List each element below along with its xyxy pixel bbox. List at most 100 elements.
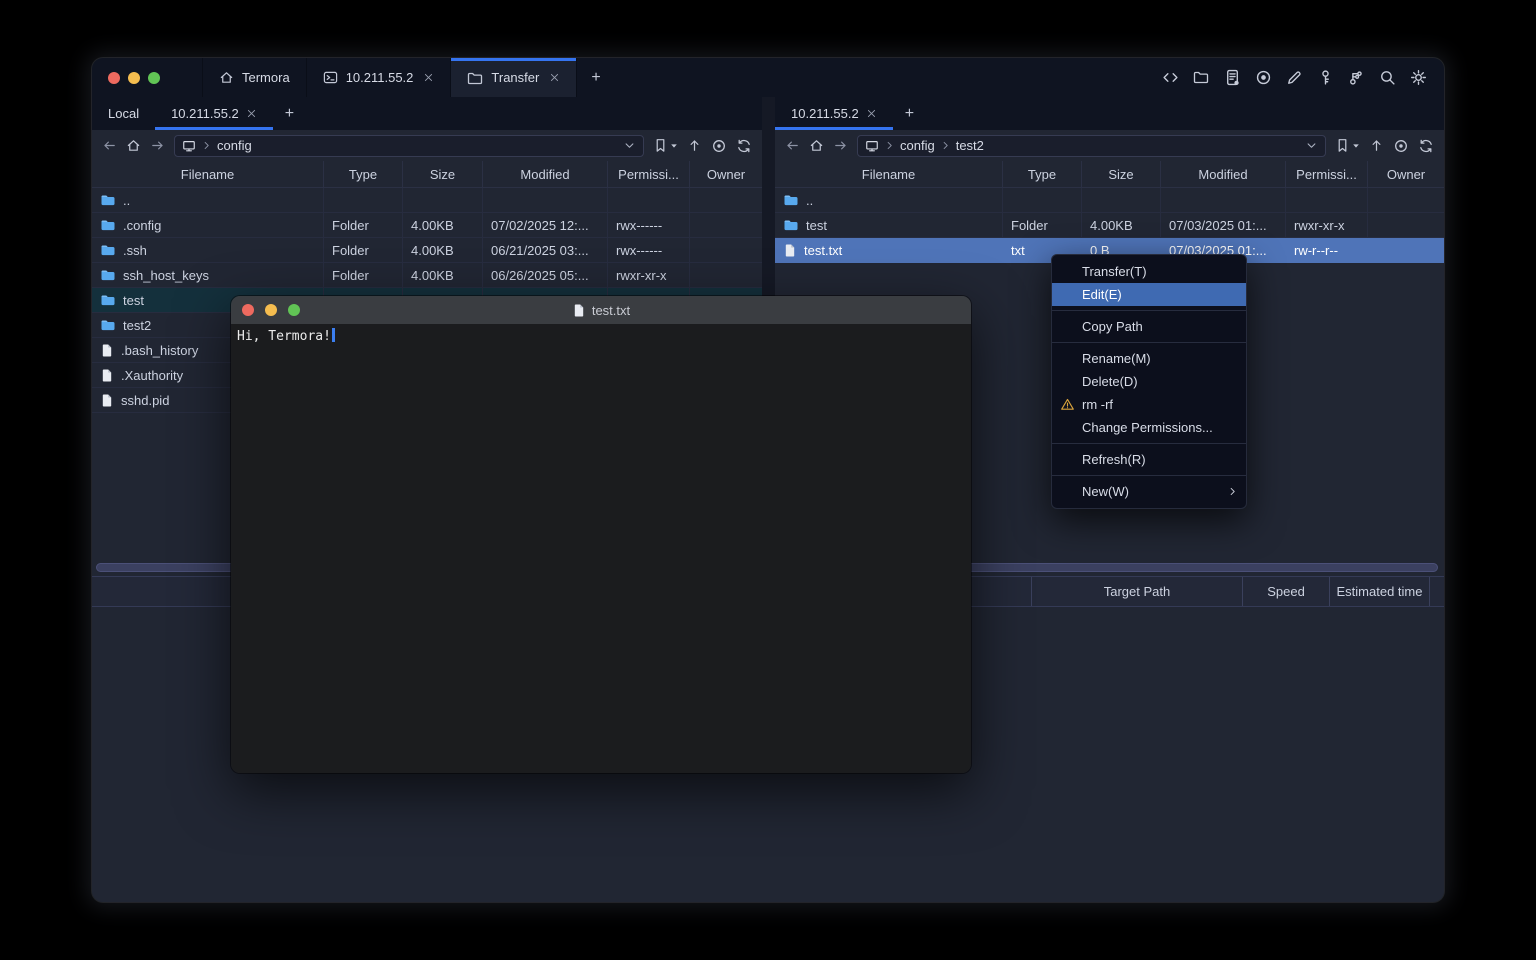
show-hidden-files-icon[interactable] — [1393, 138, 1409, 154]
code-icon[interactable] — [1162, 69, 1179, 86]
zoom-window-button[interactable] — [148, 72, 160, 84]
column-header[interactable]: Type — [324, 161, 403, 187]
up-icon[interactable] — [687, 138, 702, 153]
file-row[interactable]: .. — [775, 188, 1444, 213]
refresh-icon[interactable] — [1418, 138, 1434, 154]
menu-item-refresh-r-[interactable]: Refresh(R) — [1052, 448, 1246, 471]
menu-item-label: Refresh(R) — [1082, 452, 1146, 467]
search-icon[interactable] — [1379, 69, 1396, 86]
editor-zoom-button[interactable] — [288, 304, 300, 316]
folder-outline-icon[interactable] — [1193, 69, 1210, 86]
menu-item-rename-m-[interactable]: Rename(M) — [1052, 347, 1246, 370]
editor-minimize-button[interactable] — [265, 304, 277, 316]
column-header[interactable]: Filename — [775, 161, 1003, 187]
column-header[interactable]: Modified — [1161, 161, 1286, 187]
file-row[interactable]: testFolder4.00KB07/03/2025 01:...rwxr-xr… — [775, 213, 1444, 238]
keychain-icon[interactable] — [1348, 69, 1365, 86]
filename-label: .bash_history — [121, 343, 198, 358]
transfer-column-header[interactable]: Speed — [1243, 577, 1330, 606]
breadcrumb-dropdown-icon[interactable] — [623, 139, 636, 152]
column-header[interactable]: Size — [1082, 161, 1161, 187]
menu-item-edit-e-[interactable]: Edit(E) — [1052, 283, 1246, 306]
menu-item-change-permissions-[interactable]: Change Permissions... — [1052, 416, 1246, 439]
panel-tab-10-211-55-2[interactable]: 10.211.55.2 — [775, 97, 893, 130]
caret-down-icon — [1352, 142, 1360, 150]
column-header[interactable]: Type — [1003, 161, 1082, 187]
menu-item-copy-path[interactable]: Copy Path — [1052, 315, 1246, 338]
folder-icon — [100, 317, 116, 333]
column-header[interactable]: Permissi... — [1286, 161, 1368, 187]
key-icon[interactable] — [1317, 69, 1334, 86]
menu-item-label: Transfer(T) — [1082, 264, 1147, 279]
new-panel-tab-button[interactable]: + — [893, 97, 926, 130]
file-icon — [100, 368, 114, 383]
home-icon[interactable] — [809, 138, 824, 153]
record-icon[interactable] — [1255, 69, 1272, 86]
minimize-window-button[interactable] — [128, 72, 140, 84]
close-tab-icon[interactable] — [246, 108, 257, 119]
cell-filename: .config — [92, 213, 324, 238]
breadcrumb-segment[interactable]: config — [900, 138, 935, 153]
tab-label: Termora — [242, 70, 290, 85]
show-hidden-files-icon[interactable] — [711, 138, 727, 154]
breadcrumb-segment[interactable]: test2 — [956, 138, 984, 153]
panel-tab-10-211-55-2[interactable]: 10.211.55.2 — [155, 97, 273, 130]
editor-close-button[interactable] — [242, 304, 254, 316]
main-tab-termora[interactable]: Termora — [202, 58, 306, 97]
monitor-icon — [182, 139, 196, 153]
breadcrumb-separator-icon — [940, 140, 951, 151]
path-breadcrumb[interactable]: config — [174, 135, 644, 157]
local-toolbar: config — [92, 130, 762, 161]
bookmark-button[interactable] — [653, 138, 678, 153]
new-main-tab-button[interactable]: + — [577, 58, 614, 97]
bookmark-button[interactable] — [1335, 138, 1360, 153]
editor-window: test.txt Hi, Termora! — [231, 296, 971, 773]
forward-icon[interactable] — [150, 138, 165, 153]
file-row[interactable]: ssh_host_keysFolder4.00KB06/26/2025 05:.… — [92, 263, 762, 288]
back-icon[interactable] — [785, 138, 800, 153]
menu-item-delete-d-[interactable]: Delete(D) — [1052, 370, 1246, 393]
transfer-column-header[interactable]: Estimated time — [1330, 577, 1430, 606]
column-header[interactable]: Size — [403, 161, 483, 187]
cell-permissions: rwxr-xr-x — [608, 263, 690, 288]
up-icon[interactable] — [1369, 138, 1384, 153]
menu-item-transfer-t-[interactable]: Transfer(T) — [1052, 260, 1246, 283]
column-header[interactable]: Owner — [690, 161, 762, 187]
back-icon[interactable] — [102, 138, 117, 153]
settings-icon[interactable] — [1410, 69, 1427, 86]
panel-tab-local[interactable]: Local — [92, 97, 155, 130]
column-header[interactable]: Owner — [1368, 161, 1444, 187]
menu-item-new-w-[interactable]: New(W) — [1052, 480, 1246, 503]
main-tab-transfer[interactable]: Transfer — [450, 58, 577, 97]
main-tab-10-211-55-2[interactable]: 10.211.55.2 — [306, 58, 451, 97]
close-tab-icon[interactable] — [423, 72, 434, 83]
editor-content[interactable]: Hi, Termora! — [231, 324, 971, 773]
breadcrumb-dropdown-icon[interactable] — [1305, 139, 1318, 152]
file-row[interactable]: .sshFolder4.00KB06/21/2025 03:...rwx----… — [92, 238, 762, 263]
log-icon[interactable] — [1224, 69, 1241, 86]
menu-item-label: New(W) — [1082, 484, 1129, 499]
breadcrumb-segment[interactable]: config — [217, 138, 252, 153]
close-tab-icon[interactable] — [866, 108, 877, 119]
filename-label: test — [806, 218, 827, 233]
path-breadcrumb[interactable]: config test2 — [857, 135, 1326, 157]
transfer-column-header[interactable]: Target Path — [1032, 577, 1243, 606]
file-row[interactable]: .configFolder4.00KB07/02/2025 12:...rwx-… — [92, 213, 762, 238]
pencil-icon[interactable] — [1286, 69, 1303, 86]
column-header[interactable]: Permissi... — [608, 161, 690, 187]
menu-item-rm-rf[interactable]: rm -rf — [1052, 393, 1246, 416]
folder-icon — [100, 267, 116, 283]
forward-icon[interactable] — [833, 138, 848, 153]
editor-titlebar[interactable]: test.txt — [231, 296, 971, 324]
close-tab-icon[interactable] — [549, 72, 560, 83]
cell-type: Folder — [324, 213, 403, 238]
refresh-icon[interactable] — [736, 138, 752, 154]
column-header[interactable]: Filename — [92, 161, 324, 187]
cell-filename: .. — [775, 188, 1003, 213]
new-panel-tab-button[interactable]: + — [273, 97, 306, 130]
file-row[interactable]: .. — [92, 188, 762, 213]
close-window-button[interactable] — [108, 72, 120, 84]
home-icon[interactable] — [126, 138, 141, 153]
column-header[interactable]: Modified — [483, 161, 608, 187]
cell-modified: 07/03/2025 01:... — [1161, 213, 1286, 238]
